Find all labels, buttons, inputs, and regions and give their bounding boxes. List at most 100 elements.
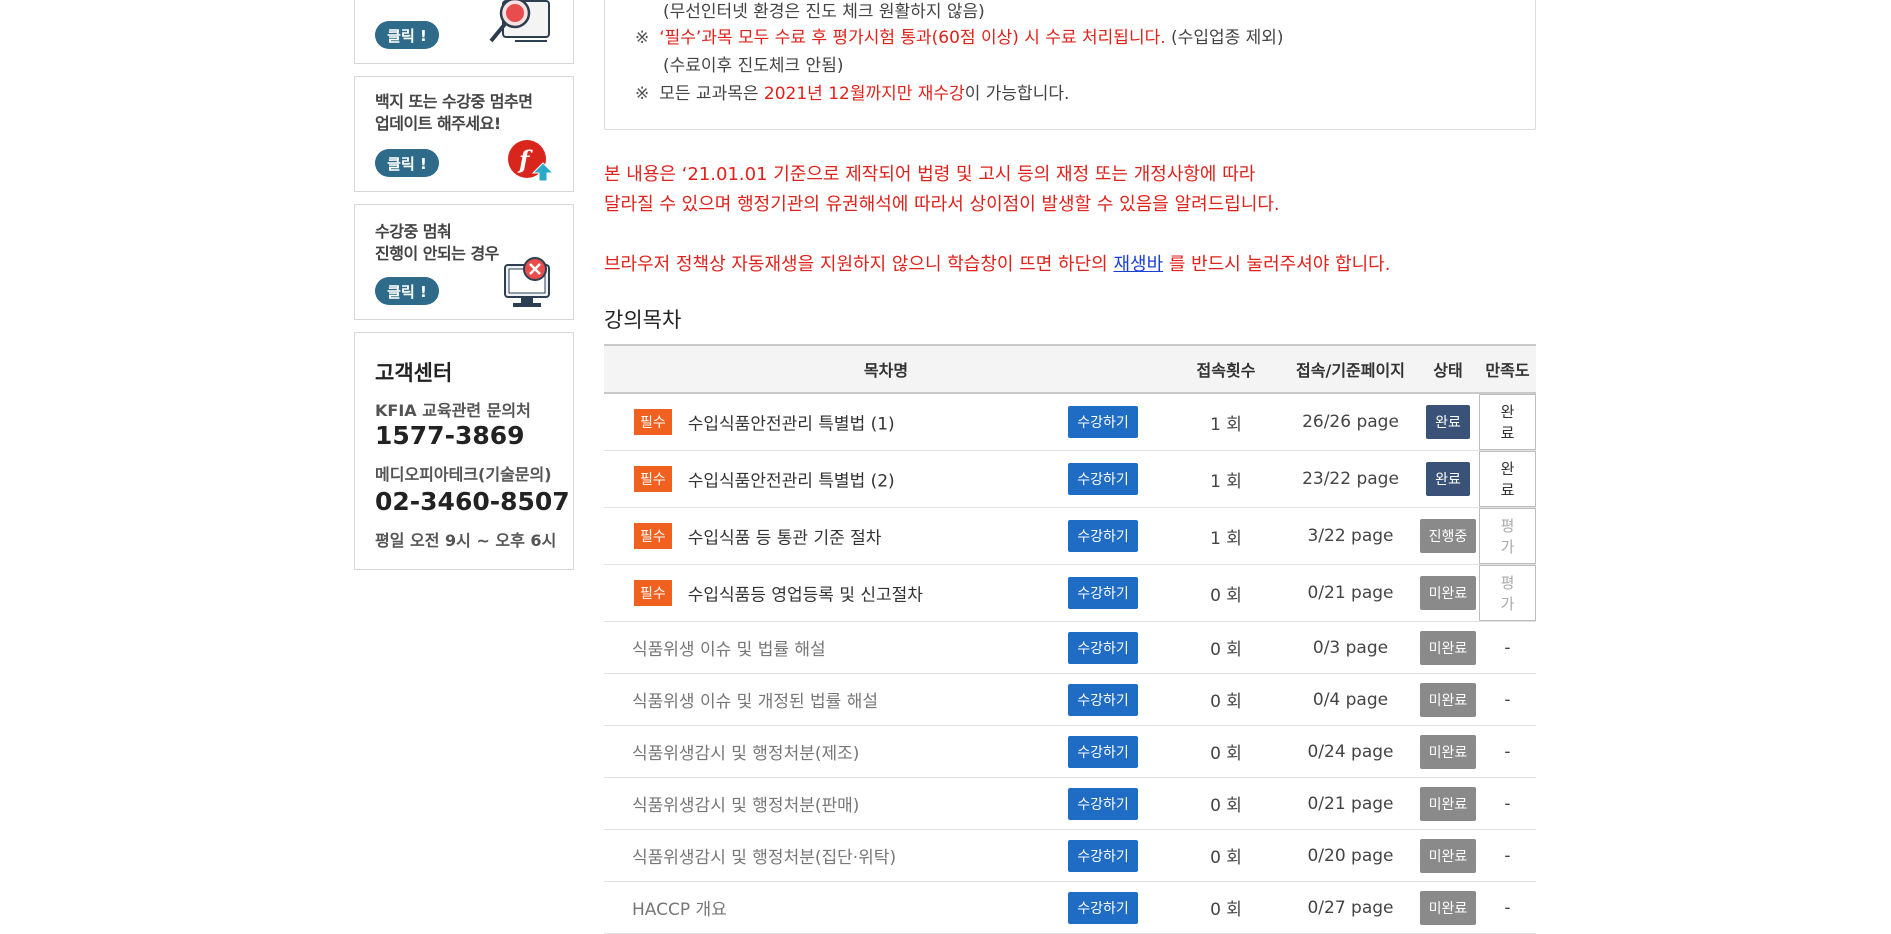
status-badge: 미완료 [1419, 682, 1477, 717]
study-button[interactable]: 수강하기 [1068, 839, 1138, 872]
status-badge: 미완료 [1419, 576, 1477, 610]
table-row: 식품위생감시 및 행정처분(제조) 수강하기 0 회 0/24 page 미완료 - [604, 725, 1536, 778]
status-badge: 진행중 [1419, 519, 1477, 553]
header-satisfaction: 만족도 [1479, 344, 1536, 394]
status-badge: 완료 [1426, 462, 1470, 496]
row-satisfaction: - [1479, 829, 1536, 882]
row-pages: 0/21 page [1284, 564, 1417, 622]
notice-line-3: ※ 모든 교과목은 2021년 12월까지만 재수강이 가능합니다. [635, 79, 1069, 104]
study-button[interactable]: 수강하기 [1068, 735, 1138, 768]
row-title-cell: 식품위생 이슈 및 개정된 법률 해설 [604, 673, 1038, 726]
section-title: 강의목차 [604, 308, 682, 332]
notice-retake-prefix: 모든 교과목은 [659, 84, 764, 104]
header-status: 상태 [1417, 344, 1479, 394]
row-study-cell: 수강하기 [1038, 507, 1168, 565]
magnifier-monitor-icon [489, 0, 550, 43]
row-count: 0 회 [1168, 881, 1284, 934]
row-study-cell: 수강하기 [1038, 621, 1168, 674]
support-tech-label: 메디오피아테크(기술문의) [375, 465, 552, 484]
row-study-cell: 수강하기 [1038, 777, 1168, 830]
table-row: 식품위생감시 및 행정처분(집단·위탁) 수강하기 0 회 0/20 page 미완료 - [604, 829, 1536, 882]
row-count: 0 회 [1168, 725, 1284, 778]
sidebar-banner-stuck[interactable]: 수강중 멈춰 진행이 안되는 경우 클릭 ! [354, 204, 574, 320]
stuck-banner-line1: 수강중 멈춰 [375, 222, 452, 241]
notice-line-1: ※ ‘필수’과목 모두 수료 후 평가시험 통과(60점 이상) 시 수료 처리됩… [635, 23, 1284, 48]
study-button[interactable]: 수강하기 [1068, 683, 1138, 716]
status-badge: 미완료 [1419, 786, 1477, 821]
satisfaction-button[interactable]: 평가 [1479, 565, 1536, 621]
support-tech-phone: 02-3460-8507 [375, 487, 570, 516]
row-study-cell: 수강하기 [1038, 725, 1168, 778]
customer-support-box: 고객센터 KFIA 교육관련 문의처 1577-3869 메디오피아테크(기술문… [354, 332, 574, 570]
notice-mark: ※ [635, 84, 650, 104]
notice-exception: (수입업종 제외) [1165, 28, 1284, 48]
row-status-cell: 미완료 [1417, 621, 1479, 674]
table-header-row: 목차명 접속횟수 접속/기준페이지 상태 만족도 [604, 344, 1536, 394]
table-row: 식품위생 이슈 및 법률 해설 수강하기 0 회 0/3 page 미완료 - [604, 621, 1536, 674]
row-title-cell: 필수 수입식품안전관리 특별법 (1) [604, 393, 1038, 451]
table-row: 필수 수입식품안전관리 특별법 (2) 수강하기 1 회 23/22 page 완료 완료 [604, 450, 1536, 508]
autoplay-warning: 브라우저 정책상 자동재생을 지원하지 않으니 학습창이 뜨면 하단의 재생바 … [604, 250, 1390, 276]
study-button[interactable]: 수강하기 [1068, 891, 1138, 924]
computer-error-icon [504, 257, 550, 307]
row-status-cell: 미완료 [1417, 564, 1479, 622]
row-pages: 0/27 page [1284, 881, 1417, 934]
satisfaction-button[interactable]: 완료 [1479, 394, 1536, 450]
row-satisfaction: - [1479, 621, 1536, 674]
table-row: 필수 수입식품등 영업등록 및 신고절차 수강하기 0 회 0/21 page 미완료 평가 [604, 564, 1536, 622]
row-satisfaction-cell: 평가 [1479, 507, 1536, 565]
support-edu-phone: 1577-3869 [375, 421, 525, 450]
legal-warning-line2: 달라질 수 있으며 행정기관의 유권해석에 따라서 상이점이 발생할 수 있음을… [604, 194, 1280, 215]
study-button[interactable]: 수강하기 [1068, 406, 1138, 438]
flash-banner-line2: 업데이트 해주세요! [375, 114, 501, 133]
study-button[interactable]: 수강하기 [1068, 631, 1138, 664]
sidebar-banner-flash-update[interactable]: 백지 또는 수강중 멈추면 업데이트 해주세요! 클릭 ! f [354, 76, 574, 192]
row-status-cell: 완료 [1417, 393, 1479, 451]
row-title-cell: 필수 수입식품안전관리 특별법 (2) [604, 450, 1038, 508]
row-pages: 0/3 page [1284, 621, 1417, 674]
play-bar-link[interactable]: 재생바 [1113, 254, 1163, 275]
required-badge: 필수 [634, 580, 672, 606]
row-count: 1 회 [1168, 393, 1284, 451]
row-count: 1 회 [1168, 450, 1284, 508]
row-title-cell: 필수 수입식품 등 통관 기준 절차 [604, 507, 1038, 565]
study-button[interactable]: 수강하기 [1068, 787, 1138, 820]
row-pages: 0/24 page [1284, 725, 1417, 778]
notice-mark: ※ [635, 28, 650, 48]
satisfaction-button[interactable]: 평가 [1479, 508, 1536, 564]
row-satisfaction: - [1479, 673, 1536, 726]
sidebar-banner-progress[interactable]: 클릭 ! [354, 0, 574, 64]
flash-banner-line1: 백지 또는 수강중 멈추면 [375, 92, 533, 111]
table-row: 식품위생 이슈 및 개정된 법률 해설 수강하기 0 회 0/4 page 미완료 - [604, 673, 1536, 726]
row-title: 식품위생 이슈 및 개정된 법률 해설 [632, 692, 878, 712]
study-button[interactable]: 수강하기 [1068, 520, 1138, 552]
row-title: 수입식품안전관리 특별법 (1) [687, 414, 895, 435]
satisfaction-button[interactable]: 완료 [1479, 451, 1536, 507]
row-study-cell: 수강하기 [1038, 829, 1168, 882]
header-count: 접속횟수 [1168, 344, 1284, 394]
progress-click-button[interactable]: 클릭 ! [375, 21, 439, 49]
notice-required-rule: ‘필수’과목 모두 수료 후 평가시험 통과(60점 이상) 시 수료 처리됩니… [659, 28, 1166, 48]
row-satisfaction-cell: 완료 [1479, 450, 1536, 508]
required-badge: 필수 [634, 466, 672, 492]
row-status-cell: 진행중 [1417, 507, 1479, 565]
row-count: 0 회 [1168, 829, 1284, 882]
flash-click-button[interactable]: 클릭 ! [375, 149, 439, 177]
notice-line-0: (무선인터넷 환경은 진도 체크 원활하지 않음) [663, 2, 985, 22]
required-badge: 필수 [634, 523, 672, 549]
stuck-click-button[interactable]: 클릭 ! [375, 277, 439, 305]
notice-retake-deadline: 2021년 12월까지만 재수강 [763, 84, 965, 104]
lecture-toc-table: 목차명 접속횟수 접속/기준페이지 상태 만족도 필수 수입식품안전관리 특별법 … [604, 344, 1536, 934]
notice-retake-suffix: 이 가능합니다. [964, 84, 1070, 104]
row-title: 식품위생감시 및 행정처분(집단·위탁) [632, 848, 897, 868]
autoplay-warning-suffix: 를 반드시 눌러주셔야 합니다. [1163, 254, 1391, 275]
header-title: 목차명 [604, 344, 1168, 394]
row-pages: 3/22 page [1284, 507, 1417, 565]
row-title-cell: 식품위생 이슈 및 법률 해설 [604, 621, 1038, 674]
legal-warning-line1: 본 내용은 ‘21.01.01 기준으로 제작되어 법령 및 고시 등의 재정 … [604, 164, 1256, 185]
row-satisfaction: - [1479, 725, 1536, 778]
study-button[interactable]: 수강하기 [1068, 463, 1138, 495]
row-count: 1 회 [1168, 507, 1284, 565]
row-count: 0 회 [1168, 673, 1284, 726]
study-button[interactable]: 수강하기 [1068, 577, 1138, 609]
